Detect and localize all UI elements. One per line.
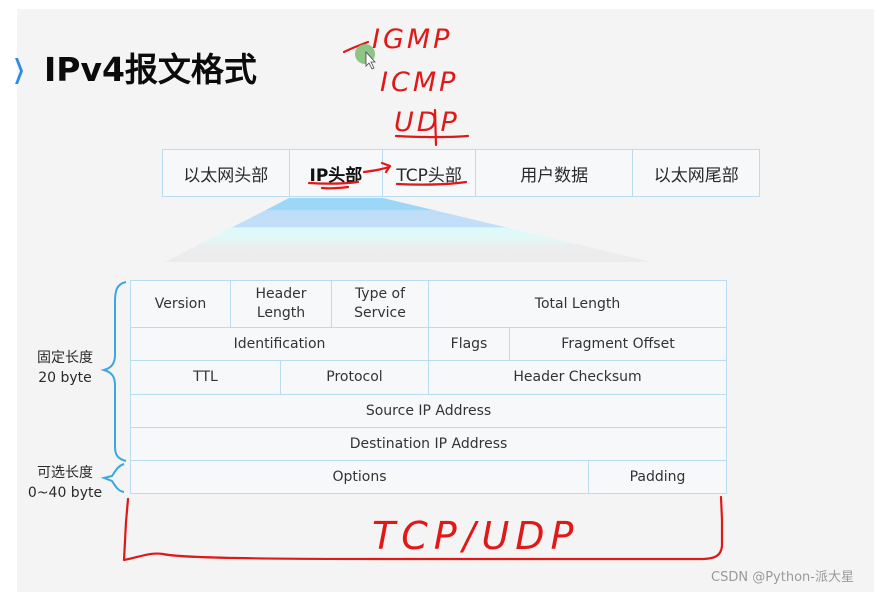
fixed-length-brace	[100, 281, 127, 462]
watermark: CSDN @Python-派大星	[711, 570, 854, 585]
arrow-icon	[362, 161, 392, 174]
annotation-igmp: IGMP	[372, 24, 452, 55]
annotation-udp: UDP	[394, 107, 460, 138]
underline-tcp-header	[395, 180, 468, 186]
underline-ip-header	[307, 180, 360, 190]
optional-length-brace	[100, 463, 125, 493]
annotation-payload: TCP/UDP	[372, 514, 579, 558]
annotation-layer: IGMP ICMP UDP TCP/UDP	[100, 24, 724, 562]
annotation-icmp: ICMP	[380, 67, 458, 98]
